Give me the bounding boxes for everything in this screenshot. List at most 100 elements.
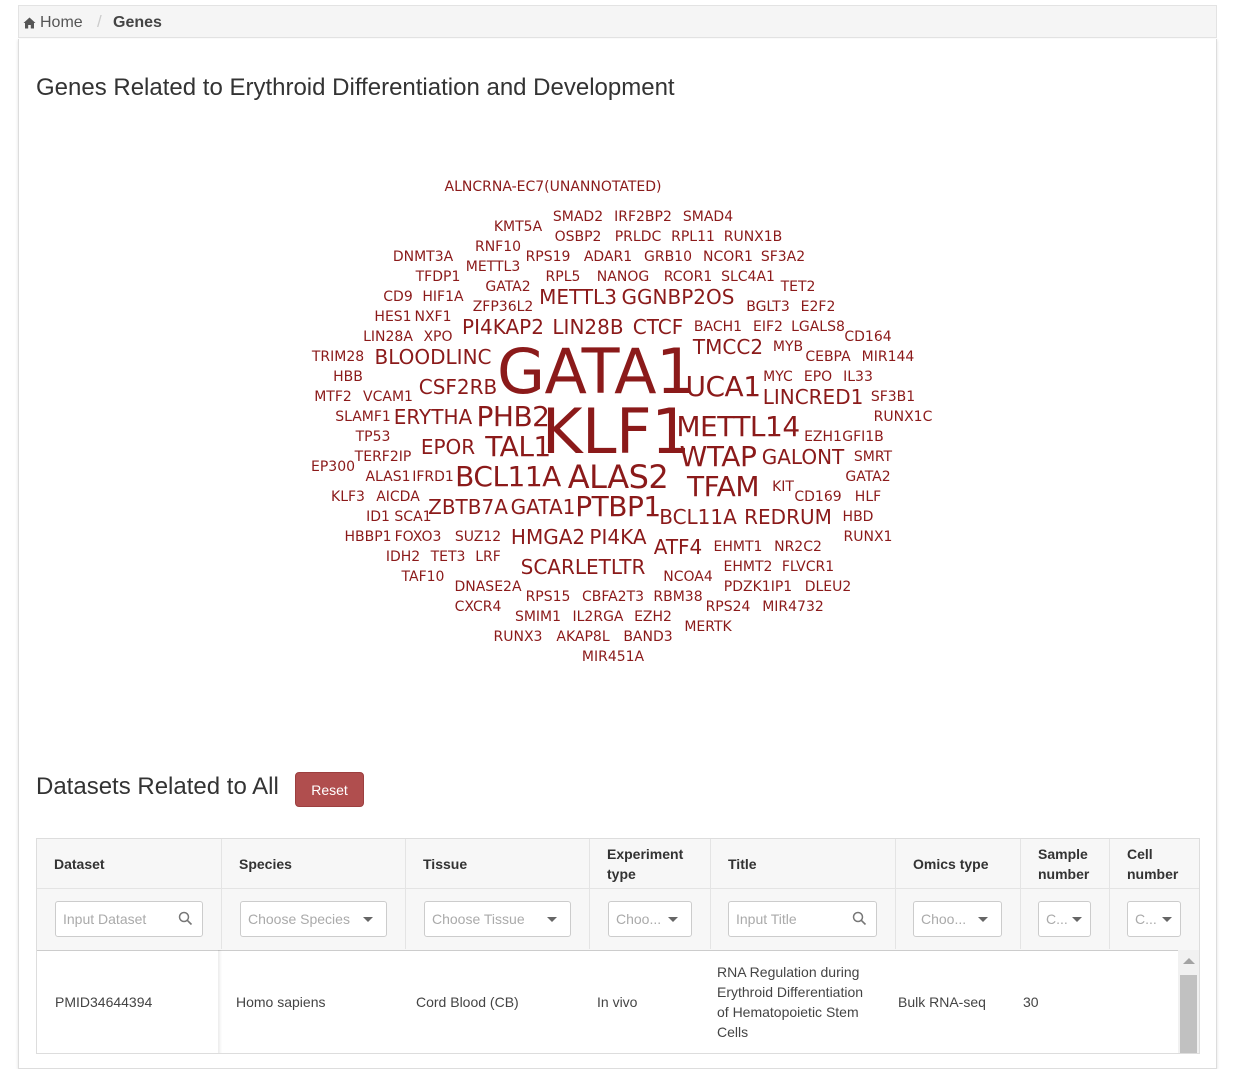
gene-word[interactable]: TERF2IP	[355, 450, 412, 464]
column-header-sample-number[interactable]: Sample number	[1021, 839, 1110, 888]
gene-word[interactable]: EPOR	[421, 437, 475, 457]
gene-word[interactable]: TAF10	[402, 570, 445, 584]
gene-word[interactable]: DLEU2	[805, 580, 852, 594]
gene-word[interactable]: ZBTB7A	[428, 497, 508, 517]
gene-word[interactable]: MIR144	[862, 350, 915, 364]
gene-word[interactable]: IL33	[843, 370, 873, 384]
gene-word[interactable]: CSF2RB	[419, 377, 498, 397]
gene-word[interactable]: TET2	[781, 280, 816, 294]
sample-number-filter-select[interactable]: C...	[1038, 901, 1091, 937]
gene-word[interactable]: RCOR1	[664, 270, 712, 284]
column-header-species[interactable]: Species	[222, 839, 406, 888]
gene-word[interactable]: KLF3	[331, 490, 365, 504]
gene-word[interactable]: TFDP1	[416, 270, 461, 284]
gene-word[interactable]: PHB2	[477, 403, 550, 431]
gene-word[interactable]: LINCRED1	[763, 387, 864, 407]
gene-word[interactable]: IFRD1	[412, 470, 454, 484]
gene-word[interactable]: MERTK	[684, 620, 731, 634]
gene-word[interactable]: SF3B1	[871, 390, 915, 404]
gene-word[interactable]: BGLT3	[746, 300, 790, 314]
gene-word[interactable]: RPS15	[526, 590, 571, 604]
gene-word[interactable]: HMGA2	[511, 527, 585, 547]
gene-word[interactable]: BAND3	[623, 630, 672, 644]
column-header-experiment-type[interactable]: Experiment type	[590, 839, 711, 888]
gene-word[interactable]: EZH2	[634, 610, 672, 624]
column-header-tissue[interactable]: Tissue	[406, 839, 590, 888]
gene-word[interactable]: GGNBP2OS	[622, 287, 735, 307]
gene-word[interactable]: GRB10	[644, 250, 692, 264]
gene-word[interactable]: SCARLETLTR	[521, 557, 646, 577]
gene-word[interactable]: SCA1	[394, 510, 431, 524]
gene-word[interactable]: METTL3	[466, 260, 521, 274]
gene-word[interactable]: MIR451A	[582, 650, 644, 664]
title-filter-input[interactable]: Input Title	[728, 901, 877, 937]
cell-number-filter-select[interactable]: C...	[1127, 901, 1181, 937]
gene-word[interactable]: METTL14	[676, 413, 800, 441]
gene-word[interactable]: GATA2	[485, 280, 530, 294]
gene-word[interactable]: HBD	[843, 510, 874, 524]
gene-word[interactable]: RUNX3	[494, 630, 543, 644]
scrollbar-thumb[interactable]	[1180, 975, 1197, 1053]
tissue-filter-select[interactable]: Choose Tissue	[424, 901, 571, 937]
gene-word[interactable]: ALAS2	[568, 461, 669, 493]
gene-word[interactable]: KMT5A	[494, 220, 542, 234]
gene-word[interactable]: HBBP1	[344, 530, 391, 544]
gene-word[interactable]: DNMT3A	[393, 250, 453, 264]
gene-word[interactable]: NANOG	[597, 270, 649, 284]
gene-word[interactable]: CD9	[383, 290, 412, 304]
gene-word[interactable]: OSBP2	[555, 230, 602, 244]
gene-word[interactable]: RUNX1	[844, 530, 893, 544]
gene-word[interactable]: BCL11A	[659, 507, 737, 527]
reset-button[interactable]: Reset	[295, 772, 364, 807]
gene-word[interactable]: IL2RGA	[573, 610, 624, 624]
gene-word[interactable]: FLVCR1	[782, 560, 834, 574]
gene-word[interactable]: HLF	[855, 490, 881, 504]
gene-word[interactable]: SMAD4	[683, 210, 733, 224]
gene-word[interactable]: KLF1	[542, 401, 691, 463]
gene-word[interactable]: LIN28A	[363, 330, 413, 344]
column-header-title[interactable]: Title	[711, 839, 896, 888]
gene-word[interactable]: VCAM1	[363, 390, 413, 404]
gene-word[interactable]: MYB	[773, 340, 803, 354]
dataset-filter-input[interactable]: Input Dataset	[55, 901, 203, 937]
gene-word[interactable]: NR2C2	[774, 540, 822, 554]
gene-word[interactable]: LGALS8	[791, 320, 845, 334]
gene-word[interactable]: HBB	[333, 370, 363, 384]
gene-word[interactable]: GATA2	[845, 470, 890, 484]
gene-word[interactable]: MIR4732	[762, 600, 824, 614]
gene-word[interactable]: EHMT2	[724, 560, 773, 574]
gene-word[interactable]: SUZ12	[455, 530, 501, 544]
gene-word[interactable]: GALONT	[762, 447, 845, 467]
gene-word[interactable]: SMRT	[854, 450, 892, 464]
gene-word[interactable]: RNF10	[475, 240, 521, 254]
gene-word[interactable]: TET3	[431, 550, 466, 564]
gene-word[interactable]: CD169	[794, 490, 841, 504]
gene-word[interactable]: GFI1B	[842, 430, 884, 444]
gene-word[interactable]: TP53	[356, 430, 391, 444]
gene-word[interactable]: SLC4A1	[721, 270, 775, 284]
gene-word[interactable]: EZH1	[804, 430, 842, 444]
gene-word[interactable]: SLAMF1	[335, 410, 391, 424]
gene-word[interactable]: METTL3	[539, 287, 617, 307]
gene-word[interactable]: LRF	[475, 550, 501, 564]
gene-word[interactable]: RPL11	[671, 230, 715, 244]
gene-word[interactable]: CD164	[844, 330, 891, 344]
gene-word[interactable]: RPS19	[526, 250, 571, 264]
gene-word[interactable]: HIF1A	[422, 290, 463, 304]
gene-word[interactable]: ATF4	[654, 537, 703, 557]
gene-word[interactable]: REDRUM	[744, 507, 832, 527]
table-row[interactable]: PMID34644394 Homo sapiens Cord Blood (CB…	[37, 950, 1177, 1053]
gene-word[interactable]: E2F2	[801, 300, 836, 314]
gene-word[interactable]: CXCR4	[455, 600, 502, 614]
scroll-up-icon[interactable]	[1183, 958, 1195, 964]
column-header-cell-number[interactable]: Cell number	[1110, 839, 1199, 888]
gene-word[interactable]: BCL11A	[455, 463, 561, 491]
gene-word[interactable]: IRF2BP2	[614, 210, 672, 224]
gene-word[interactable]: TFAM	[687, 473, 759, 501]
gene-word[interactable]: RPL5	[546, 270, 581, 284]
gene-word[interactable]: NCOA4	[663, 570, 713, 584]
gene-word[interactable]: NCOR1	[703, 250, 753, 264]
gene-word[interactable]: RBM38	[653, 590, 702, 604]
gene-word[interactable]: AICDA	[376, 490, 420, 504]
gene-word[interactable]: ZFP36L2	[473, 300, 534, 314]
